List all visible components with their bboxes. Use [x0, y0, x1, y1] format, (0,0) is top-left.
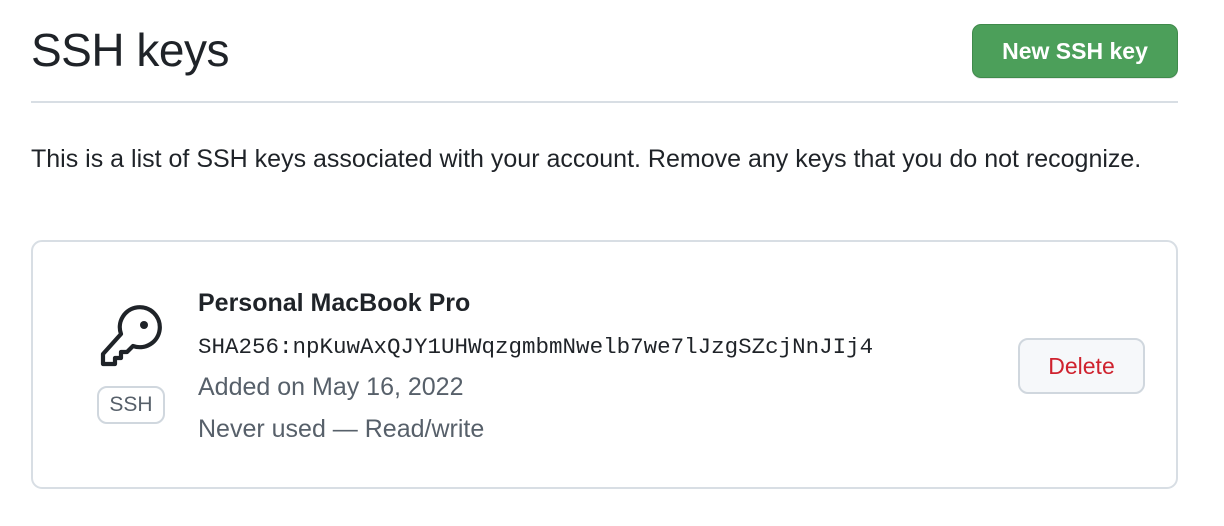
- page-header: SSH keys New SSH key: [31, 0, 1178, 103]
- key-icon: [97, 304, 163, 372]
- new-ssh-key-button[interactable]: New SSH key: [972, 24, 1178, 78]
- key-title: Personal MacBook Pro: [198, 289, 471, 317]
- delete-key-button[interactable]: Delete: [1018, 338, 1145, 394]
- page-description: This is a list of SSH keys associated wi…: [31, 145, 1142, 173]
- key-added-date: Added on May 16, 2022: [198, 373, 464, 401]
- page-title: SSH keys: [31, 24, 229, 76]
- ssh-key-list-item: SSH Personal MacBook Pro SHA256:npKuwAxQ…: [31, 240, 1178, 489]
- key-usage-status: Never used — Read/write: [198, 415, 485, 443]
- key-fingerprint: SHA256:npKuwAxQJY1UHWqzgmbmNwelb7we7lJzg…: [198, 334, 874, 360]
- ssh-type-badge: SSH: [97, 386, 165, 424]
